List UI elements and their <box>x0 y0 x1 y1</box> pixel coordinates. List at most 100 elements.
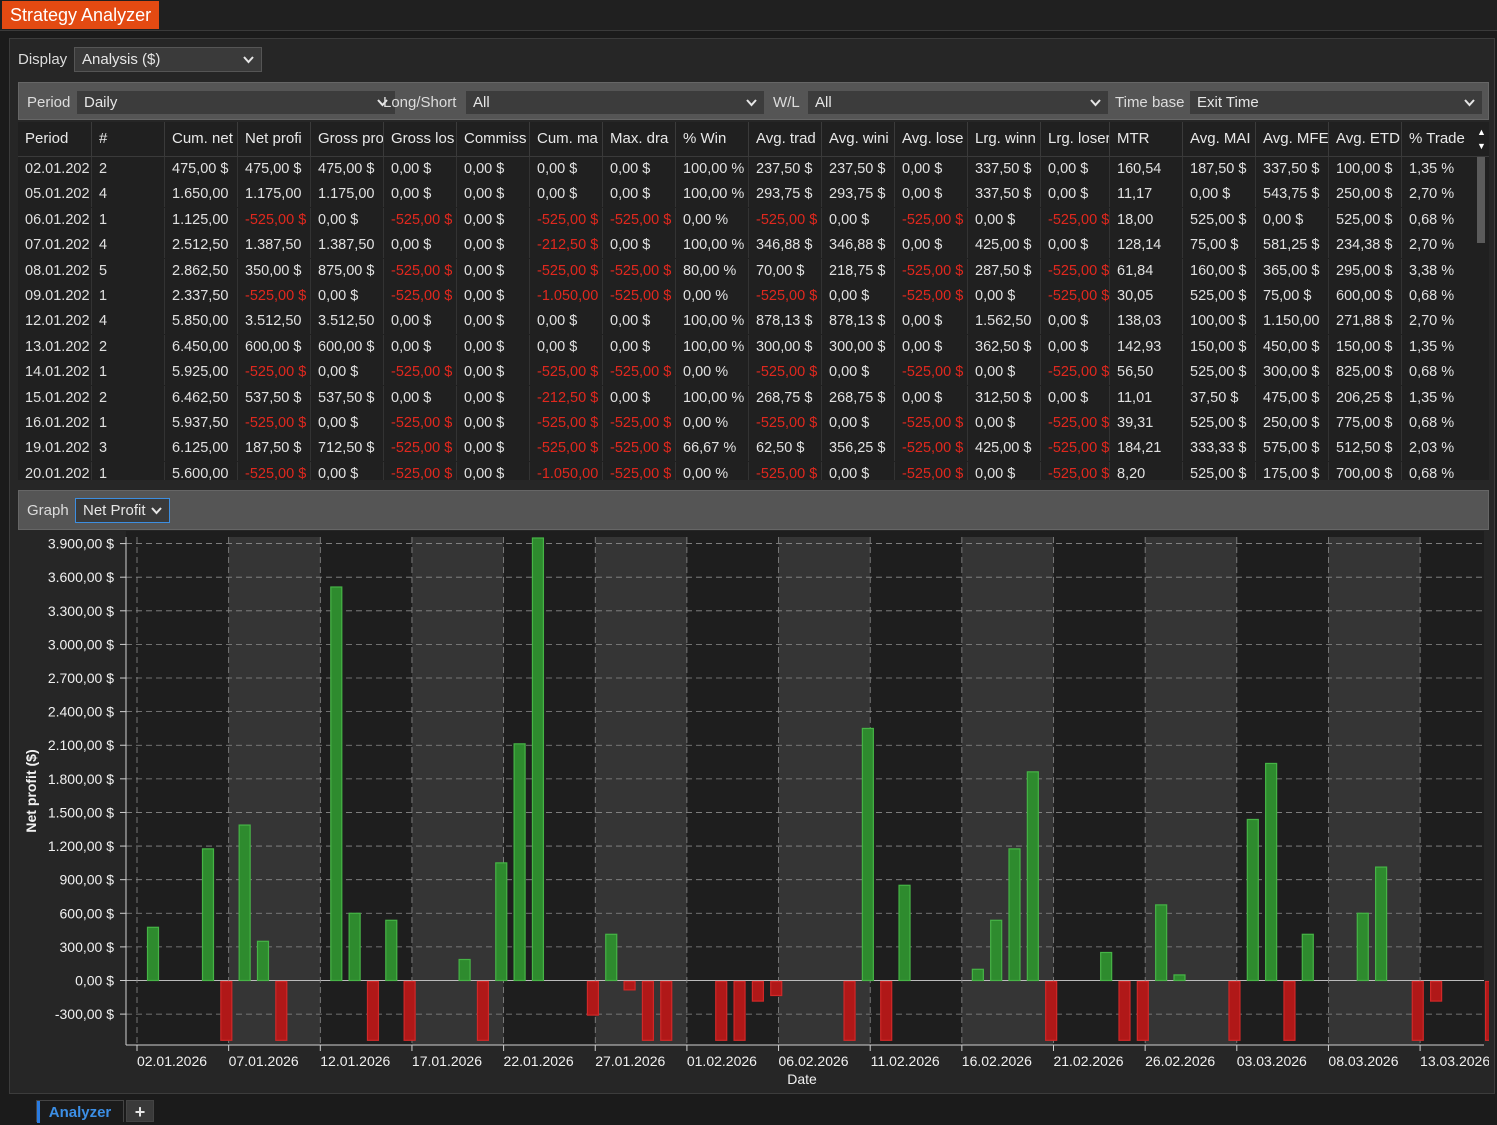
table-cell: 362,50 $ <box>967 334 1040 360</box>
column-header[interactable]: Avg. ETD <box>1328 122 1401 156</box>
loss-bar <box>1118 980 1131 1041</box>
profit-bar <box>1008 848 1021 982</box>
table-row[interactable]: 19.01.202 3 6.125,00 187,50 $712,50 $ -525,0… <box>18 436 1473 462</box>
graph-select[interactable]: Net Profit <box>75 498 170 523</box>
column-header[interactable]: Avg. wini <box>821 122 894 156</box>
display-select-value: Analysis ($) <box>82 51 161 68</box>
table-row[interactable]: 13.01.202 2 6.450,00 600,00 $600,00 $0,00 $… <box>18 334 1473 360</box>
table-cell: 537,50 $ <box>310 385 383 411</box>
table-cell: -212,50 $ <box>529 385 602 411</box>
table-cell: 425,00 $ <box>967 436 1040 462</box>
table-cell: 6.450,00 <box>164 334 237 360</box>
column-header[interactable]: Cum. ma <box>529 122 602 156</box>
column-header[interactable]: Period <box>18 122 91 156</box>
column-header[interactable]: Commiss <box>456 122 529 156</box>
column-header[interactable]: Gross los <box>383 122 456 156</box>
longshort-label: Long/Short <box>383 94 457 111</box>
column-header[interactable]: # <box>91 122 164 156</box>
date-band <box>411 537 504 1045</box>
table-cell: 525,00 $ <box>1328 207 1401 233</box>
table-row[interactable]: 05.01.202 4 1.650,00 1.175,00 1.175,00 0,00 $… <box>18 182 1473 208</box>
table-row[interactable]: 06.01.202 1 1.125,00 -525,00 $0,00 $ -525,00… <box>18 207 1473 233</box>
table-cell: 700,00 $ <box>1328 461 1401 480</box>
table-cell: 5 <box>91 258 164 284</box>
table-cell: -525,00 $ <box>237 284 310 309</box>
table-row[interactable]: 07.01.202 4 2.512,50 1.387,50 1.387,50 0,00 $… <box>18 233 1473 259</box>
table-cell: 8,20 <box>1109 461 1182 480</box>
column-header[interactable]: Avg. MAI <box>1182 122 1255 156</box>
column-header[interactable]: Avg. lose <box>894 122 967 156</box>
column-header[interactable]: % Trade <box>1401 122 1473 156</box>
scroll-up-icon[interactable]: ▲ <box>1475 127 1488 137</box>
timebase-select[interactable]: Exit Time <box>1189 90 1483 115</box>
table-cell: 3 <box>91 436 164 462</box>
period-select[interactable]: Daily <box>76 90 396 115</box>
table-cell: -525,00 $ <box>894 461 967 480</box>
y-tick-label: 2.100,00 $ <box>48 737 114 753</box>
y-tick-label: -300,00 $ <box>55 1006 114 1022</box>
longshort-select[interactable]: All <box>465 90 765 115</box>
table-row[interactable]: 16.01.202 1 5.937,50 -525,00 $0,00 $ -525,00… <box>18 411 1473 436</box>
table-cell: 66,67 % <box>675 436 748 462</box>
add-tab-button[interactable]: + <box>126 1100 154 1122</box>
table-cell: -525,00 $ <box>602 207 675 233</box>
x-tick-label: 01.02.2026 <box>687 1053 757 1069</box>
table-row[interactable]: 20.01.202 1 5.600,00 -525,00 $0,00 $ -525,00… <box>18 461 1473 480</box>
loss-bar <box>1045 980 1058 1041</box>
table-row[interactable]: 12.01.202 4 5.850,00 3.512,50 3.512,50 0,00 $… <box>18 309 1473 335</box>
y-tick-label: 3.000,00 $ <box>48 636 114 652</box>
column-header[interactable]: Gross pro <box>310 122 383 156</box>
table-cell: 0,00 $ <box>967 411 1040 436</box>
table-cell: -212,50 $ <box>529 233 602 259</box>
column-header[interactable]: Max. dra <box>602 122 675 156</box>
table-cell: 0,00 $ <box>1040 182 1109 208</box>
table-cell: 0,00 $ <box>1040 157 1109 182</box>
column-header[interactable]: Lrg. winn <box>967 122 1040 156</box>
chevron-down-icon <box>1090 99 1101 107</box>
column-header[interactable]: Avg. trad <box>748 122 821 156</box>
table-cell: 1 <box>91 207 164 233</box>
table-row[interactable]: 14.01.202 1 5.925,00 -525,00 $0,00 $ -525,00… <box>18 360 1473 386</box>
table-cell: -525,00 $ <box>748 284 821 309</box>
wl-select[interactable]: All <box>807 90 1109 115</box>
table-cell: 05.01.202 <box>25 186 90 203</box>
table-cell: 19.01.202 <box>25 440 90 457</box>
column-header[interactable]: Net profi <box>237 122 310 156</box>
scroll-down-icon[interactable]: ▼ <box>1475 141 1488 151</box>
scroll-thumb[interactable] <box>1477 157 1485 243</box>
loss-bar <box>1228 980 1241 1041</box>
table-cell: 3,38 % <box>1401 258 1473 284</box>
grid-header: Period # Cum. net Net profi Gross pro Gross l… <box>18 122 1489 157</box>
table-cell: 1,35 % <box>1401 385 1473 411</box>
table-cell: 0,00 $ <box>456 461 529 480</box>
loss-bar <box>623 980 636 991</box>
column-header[interactable]: Lrg. loser <box>1040 122 1109 156</box>
grid-scrollbar[interactable]: ▲ ▼ <box>1474 125 1489 477</box>
table-cell: 4 <box>91 233 164 259</box>
table-row[interactable]: 15.01.202 2 6.462,50 537,50 $537,50 $0,00 $… <box>18 385 1473 411</box>
column-header[interactable]: % Win <box>675 122 748 156</box>
tab-analyzer[interactable]: Analyzer <box>36 1100 124 1123</box>
table-cell: 0,00 $ <box>821 411 894 436</box>
table-row[interactable]: 09.01.202 1 2.337,50 -525,00 $0,00 $ -525,00… <box>18 284 1473 309</box>
column-header[interactable]: MTR <box>1109 122 1182 156</box>
profit-bar <box>238 824 251 982</box>
table-row[interactable]: 08.01.202 5 2.862,50 350,00 $875,00 $ -525,0… <box>18 258 1473 284</box>
loss-bar <box>641 980 655 1041</box>
table-cell: 234,38 $ <box>1328 233 1401 259</box>
table-cell: 0,68 % <box>1401 360 1473 386</box>
app-title[interactable]: Strategy Analyzer <box>2 1 160 29</box>
column-header[interactable]: Avg. MFE <box>1255 122 1328 156</box>
display-select[interactable]: Analysis ($) <box>74 47 262 72</box>
chevron-down-icon <box>1464 99 1475 107</box>
table-cell: 138,03 <box>1109 309 1182 335</box>
table-cell: 312,50 $ <box>967 385 1040 411</box>
profit-bar <box>495 862 508 982</box>
y-tick-label: 3.600,00 $ <box>48 569 114 585</box>
table-row[interactable]: 02.01.202 2 475,00 $475,00 $475,00 $0,00 $… <box>18 157 1473 182</box>
table-cell: -525,00 $ <box>383 258 456 284</box>
y-tick-label: 300,00 $ <box>60 939 115 955</box>
table-cell: 1 <box>91 411 164 436</box>
column-header[interactable]: Cum. net <box>164 122 237 156</box>
x-tick-label: 12.01.2026 <box>320 1053 390 1069</box>
